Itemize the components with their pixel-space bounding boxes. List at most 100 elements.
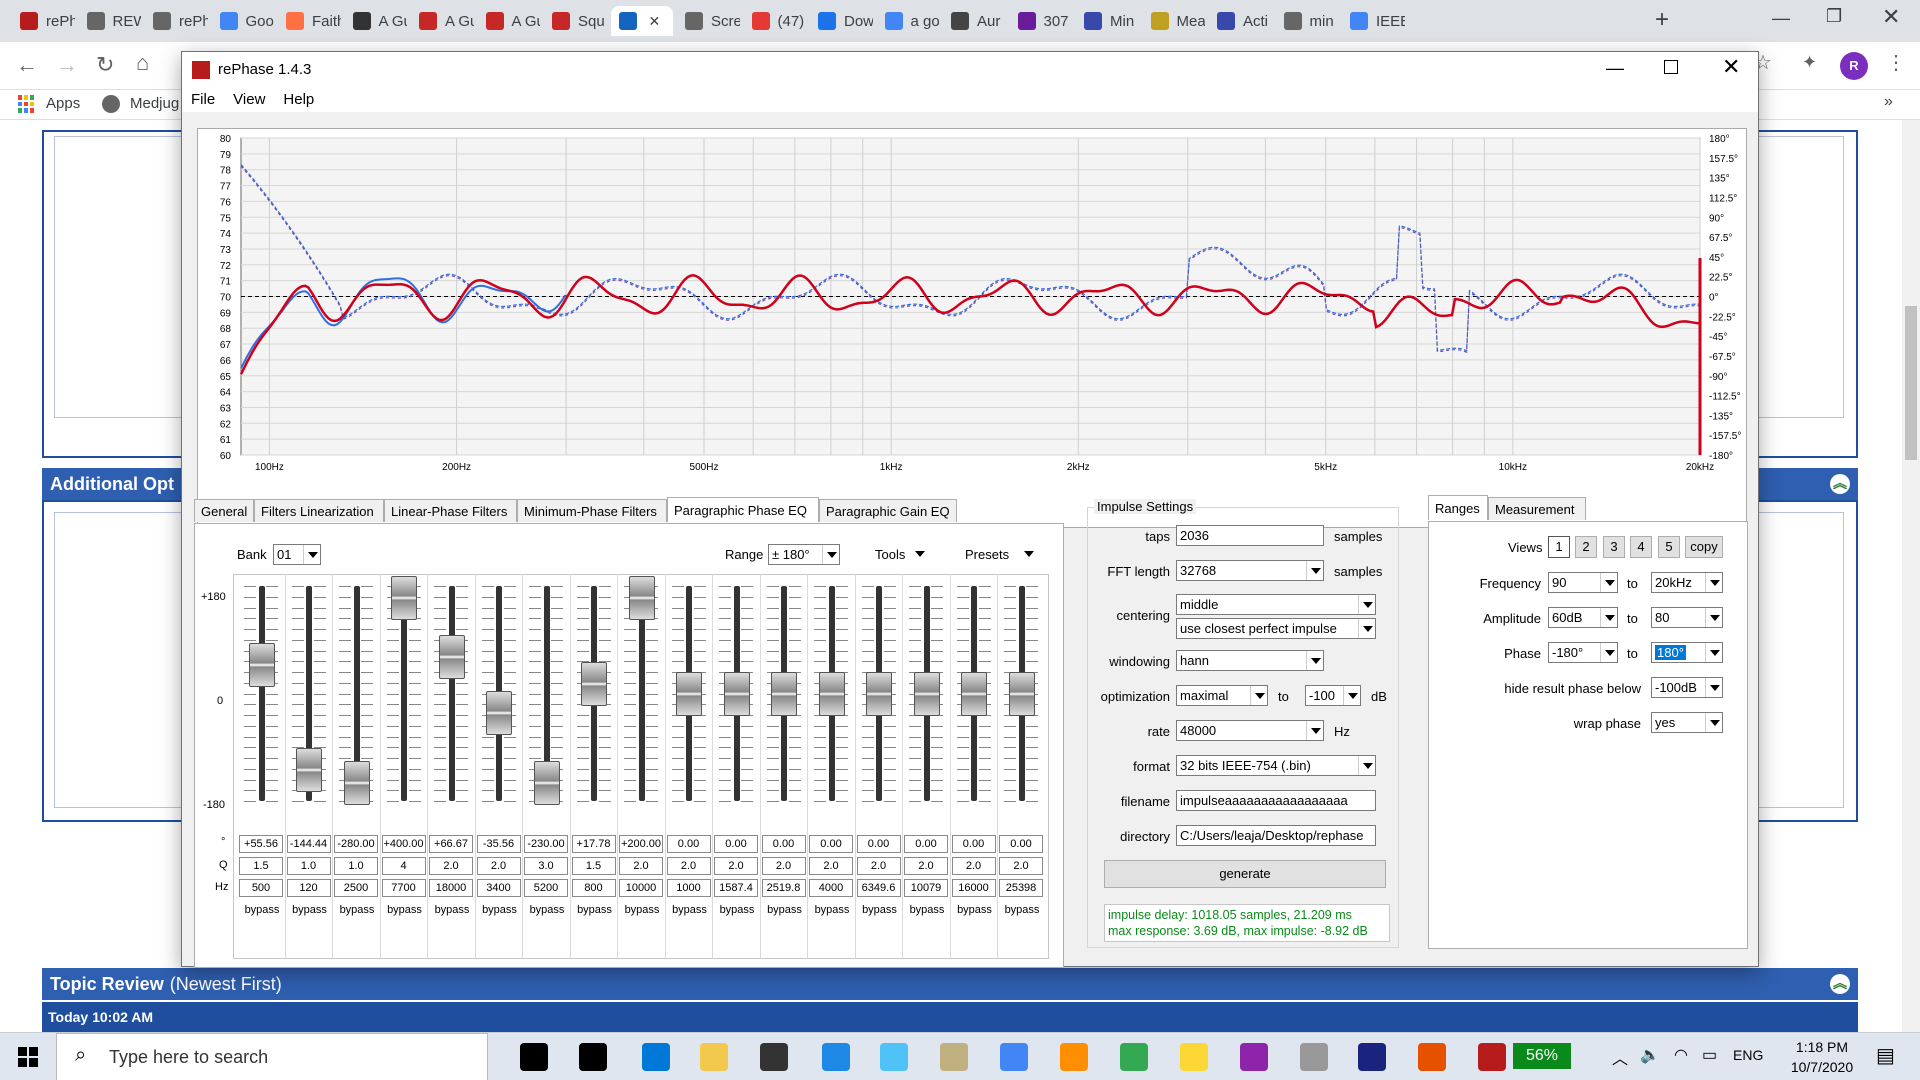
cortana-icon[interactable] bbox=[579, 1043, 607, 1071]
store-icon[interactable] bbox=[760, 1043, 788, 1071]
band-frequency-input[interactable]: 3400 bbox=[476, 879, 521, 897]
browser-tab[interactable]: A Gu bbox=[478, 6, 540, 36]
notification-icon[interactable]: ▤ bbox=[1876, 1043, 1895, 1068]
band-frequency-input[interactable]: 7700 bbox=[381, 879, 426, 897]
back-icon[interactable]: ← bbox=[16, 52, 38, 78]
freq-from-select[interactable]: 90 bbox=[1548, 572, 1618, 593]
band-bypass-toggle[interactable]: bypass bbox=[857, 901, 903, 919]
tab-filters-linearization[interactable]: Filters Linearization bbox=[254, 499, 384, 522]
view-1-button[interactable]: 1 bbox=[1548, 536, 1570, 558]
browser-tab[interactable]: a go bbox=[877, 6, 939, 36]
taskbar-clock[interactable]: 1:18 PM 10/7/2020 bbox=[1780, 1037, 1864, 1077]
task-view-icon[interactable] bbox=[520, 1043, 548, 1071]
tab-measurement[interactable]: Measurement bbox=[1488, 497, 1586, 520]
scrollbar-thumb[interactable] bbox=[1905, 306, 1917, 460]
explorer-icon[interactable] bbox=[700, 1043, 728, 1071]
menu-file[interactable]: File bbox=[182, 88, 224, 111]
view-3-button[interactable]: 3 bbox=[1603, 536, 1625, 558]
browser-tab[interactable]: Mea bbox=[1143, 6, 1205, 36]
band-bypass-toggle[interactable]: bypass bbox=[239, 901, 285, 919]
browser-tab[interactable]: Scre bbox=[677, 6, 740, 36]
browser-tab[interactable]: Aur bbox=[943, 6, 1006, 36]
phase-slider-thumb[interactable] bbox=[913, 671, 940, 716]
centering-mode-select[interactable]: use closest perfect impulse bbox=[1176, 618, 1376, 639]
more-bookmarks-icon[interactable]: » bbox=[1884, 93, 1893, 111]
remote-icon[interactable] bbox=[880, 1043, 908, 1071]
band-phase-input[interactable]: 0.00 bbox=[714, 835, 758, 853]
fft-select[interactable]: 32768 bbox=[1176, 560, 1324, 581]
freq-to-select[interactable]: 20kHz bbox=[1651, 572, 1723, 593]
office-icon[interactable] bbox=[1418, 1043, 1446, 1071]
graph-svg[interactable]: 80 79 78 77 76 75 74 73 72 71 70 69 68 67 66 65 64 63 62 61… bbox=[198, 129, 1748, 529]
band-phase-input[interactable]: -280.00 bbox=[334, 835, 378, 853]
band-bypass-toggle[interactable]: bypass bbox=[714, 901, 760, 919]
band-q-input[interactable]: 1.5 bbox=[571, 857, 616, 875]
band-q-input[interactable]: 2.0 bbox=[856, 857, 901, 875]
forward-icon[interactable]: → bbox=[56, 52, 78, 78]
band-frequency-input[interactable]: 120 bbox=[286, 879, 331, 897]
generate-button[interactable]: generate bbox=[1104, 860, 1386, 888]
band-q-input[interactable]: 2.0 bbox=[619, 857, 663, 875]
rephase-icon[interactable] bbox=[1478, 1043, 1506, 1071]
language-indicator[interactable]: ENG bbox=[1733, 1047, 1763, 1063]
band-phase-input[interactable]: -230.00 bbox=[524, 835, 568, 853]
view-4-button[interactable]: 4 bbox=[1630, 536, 1652, 558]
collapse-icon[interactable]: ︽ bbox=[1830, 474, 1850, 494]
band-phase-input[interactable]: 0.00 bbox=[809, 835, 853, 853]
phase-slider-thumb[interactable] bbox=[296, 747, 323, 792]
chrome-icon[interactable] bbox=[1000, 1043, 1028, 1071]
centering-select[interactable]: middle bbox=[1176, 594, 1376, 615]
band-q-input[interactable]: 2.0 bbox=[666, 857, 711, 875]
edge-icon[interactable] bbox=[642, 1043, 670, 1071]
dsp-icon[interactable] bbox=[1300, 1043, 1328, 1071]
band-frequency-input[interactable]: 500 bbox=[239, 879, 283, 897]
phase-slider-thumb[interactable] bbox=[343, 761, 370, 806]
band-bypass-toggle[interactable]: bypass bbox=[762, 901, 808, 919]
phase-slider-thumb[interactable] bbox=[1008, 671, 1035, 716]
browser-tab[interactable]: REW bbox=[79, 6, 141, 36]
amp-from-select[interactable]: 60dB bbox=[1548, 607, 1618, 628]
phase-slider-track[interactable] bbox=[448, 586, 455, 801]
winrar-icon[interactable] bbox=[1240, 1043, 1268, 1071]
rew-icon[interactable] bbox=[1358, 1043, 1386, 1071]
filename-input[interactable]: impulseaaaaaaaaaaaaaaaaa bbox=[1176, 790, 1376, 811]
hide-phase-select[interactable]: -100dB bbox=[1651, 677, 1723, 698]
page-scrollbar[interactable] bbox=[1902, 120, 1920, 1032]
band-q-input[interactable]: 2.0 bbox=[809, 857, 853, 875]
phase-slider-thumb[interactable] bbox=[723, 671, 750, 716]
phase-slider-thumb[interactable] bbox=[391, 576, 418, 620]
topic-review-bar[interactable]: Topic Review (Newest First) ︽ bbox=[42, 968, 1858, 1000]
band-bypass-toggle[interactable]: bypass bbox=[334, 901, 380, 919]
band-phase-input[interactable]: 0.00 bbox=[904, 835, 948, 853]
tab-minimum-phase[interactable]: Minimum-Phase Filters bbox=[517, 499, 667, 522]
minimize-icon[interactable]: — bbox=[1772, 8, 1790, 29]
tab-linear-phase[interactable]: Linear-Phase Filters bbox=[384, 499, 517, 522]
phase-slider-thumb[interactable] bbox=[438, 635, 465, 680]
band-frequency-input[interactable]: 16000 bbox=[951, 879, 996, 897]
band-frequency-input[interactable]: 10000 bbox=[619, 879, 663, 897]
browser-tab[interactable]: A Gu bbox=[411, 6, 474, 36]
extensions-icon[interactable]: ✦ bbox=[1802, 52, 1817, 73]
band-q-input[interactable]: 2.0 bbox=[951, 857, 996, 875]
band-q-input[interactable]: 2.0 bbox=[761, 857, 806, 875]
browser-tab[interactable]: IEEE bbox=[1342, 6, 1405, 36]
tab-general[interactable]: General bbox=[194, 499, 254, 522]
phase-slider-thumb[interactable] bbox=[628, 576, 655, 620]
band-phase-input[interactable]: 0.00 bbox=[999, 835, 1043, 853]
home-icon[interactable]: ⌂ bbox=[136, 50, 149, 76]
band-q-input[interactable]: 4 bbox=[381, 857, 426, 875]
reload-icon[interactable]: ↻ bbox=[96, 52, 114, 78]
band-q-input[interactable]: 2.0 bbox=[999, 857, 1043, 875]
phase-slider-thumb[interactable] bbox=[533, 761, 560, 806]
chrome-profile-icon[interactable] bbox=[1120, 1043, 1148, 1071]
view-2-button[interactable]: 2 bbox=[1575, 536, 1597, 558]
band-phase-input[interactable]: 0.00 bbox=[856, 835, 901, 853]
band-q-input[interactable]: 1.0 bbox=[334, 857, 378, 875]
copy-view-button[interactable]: copy bbox=[1685, 536, 1723, 558]
band-phase-input[interactable]: +66.67 bbox=[429, 835, 473, 853]
phase-from-select[interactable]: -180° bbox=[1548, 642, 1618, 663]
band-bypass-toggle[interactable]: bypass bbox=[667, 901, 713, 919]
browser-tab[interactable]: Dow bbox=[810, 6, 873, 36]
band-frequency-input[interactable]: 10079 bbox=[904, 879, 948, 897]
browser-tab[interactable]: Faith bbox=[278, 6, 341, 36]
